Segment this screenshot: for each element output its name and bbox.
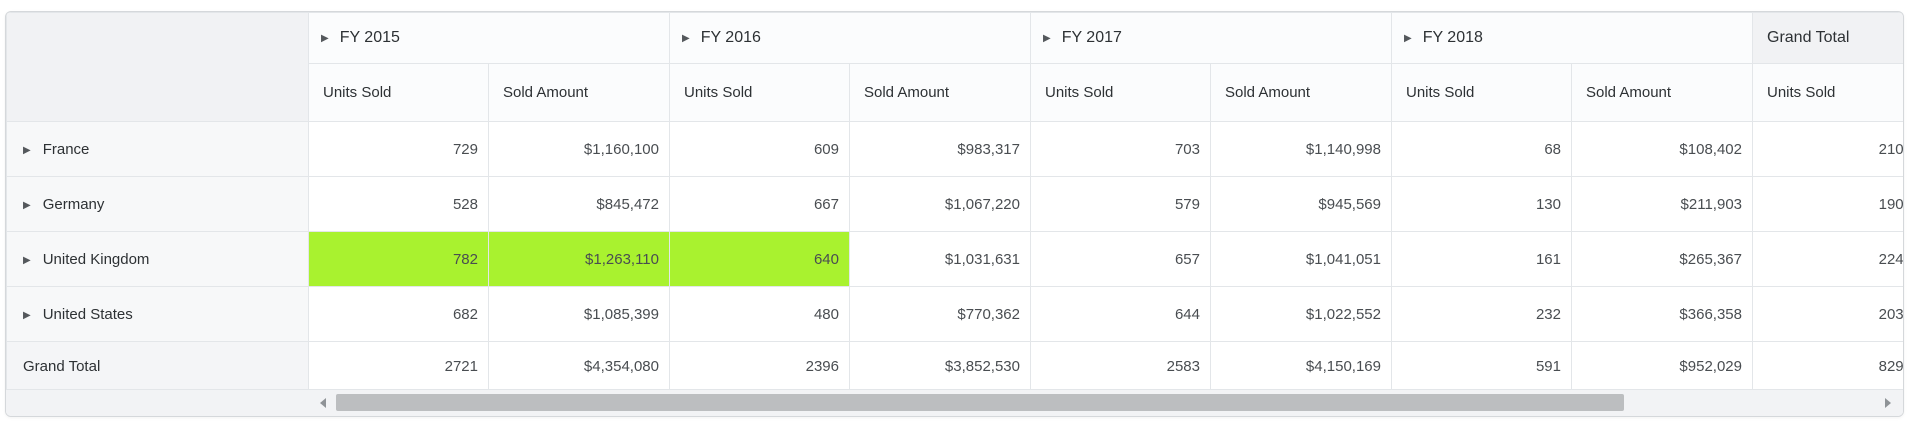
horizontal-scrollbar[interactable] (6, 389, 1903, 416)
data-cell[interactable]: $1,022,552 (1210, 286, 1392, 342)
expand-icon[interactable]: ▶ (1043, 33, 1051, 44)
data-cell[interactable]: 161 (1391, 231, 1572, 287)
data-cell[interactable]: 2583 (1030, 341, 1211, 390)
column-group-label: FY 2018 (1422, 29, 1483, 46)
data-cell[interactable]: 729 (308, 121, 489, 177)
table-row: ▶ Germany 528 $845,472 667 $1,067,220 579 $945,… (6, 176, 1903, 232)
column-group-label: FY 2017 (1061, 29, 1122, 46)
pivot-scroll-area: ▶ FY 2015 ▶ FY 2016 ▶ FY 2017 ▶ FY 2018 Grand To… (6, 12, 1903, 390)
data-cell[interactable]: $952,029 (1571, 341, 1753, 390)
data-cell[interactable]: 609 (669, 121, 850, 177)
data-cell[interactable]: $945,569 (1210, 176, 1392, 232)
column-group-fy-2017[interactable]: ▶ FY 2017 (1030, 12, 1392, 64)
data-cell[interactable]: $1,085,399 (488, 286, 670, 342)
data-cell[interactable]: 1904 (1752, 176, 1903, 232)
column-group-label: FY 2016 (700, 29, 761, 46)
data-cell[interactable]: $265,367 (1571, 231, 1753, 287)
data-cell[interactable]: $1,041,051 (1210, 231, 1392, 287)
data-cell[interactable]: 2396 (669, 341, 850, 390)
scroll-left-icon[interactable] (320, 398, 326, 408)
data-cell[interactable]: $3,852,530 (849, 341, 1031, 390)
column-header-sold-amount-fy-2016[interactable]: Sold Amount (849, 63, 1031, 122)
data-cell[interactable]: 2721 (308, 341, 489, 390)
row-header-france[interactable]: ▶ France (6, 121, 309, 177)
column-header-units-sold-fy-2016[interactable]: Units Sold (669, 63, 850, 122)
column-header-sold-amount-fy-2015[interactable]: Sold Amount (488, 63, 670, 122)
data-cell[interactable]: $211,903 (1571, 176, 1753, 232)
data-cell[interactable]: $983,317 (849, 121, 1031, 177)
row-header-label: United States (42, 305, 133, 323)
pivot-grid: ▶ FY 2015 ▶ FY 2016 ▶ FY 2017 ▶ FY 2018 Grand To… (5, 11, 1904, 417)
column-header-units-sold-grand-total[interactable]: Units Sold (1752, 63, 1903, 122)
row-header-united-kingdom[interactable]: ▶ United Kingdom (6, 231, 309, 287)
data-cell[interactable]: $1,263,110 (488, 231, 670, 287)
data-cell[interactable]: 8291 (1752, 341, 1903, 390)
data-cell[interactable]: 130 (1391, 176, 1572, 232)
data-cell[interactable]: 667 (669, 176, 850, 232)
data-cell[interactable]: 2240 (1752, 231, 1903, 287)
pivot-header: ▶ FY 2015 ▶ FY 2016 ▶ FY 2017 ▶ FY 2018 Grand To… (6, 12, 1903, 122)
column-header-sold-amount-fy-2018[interactable]: Sold Amount (1571, 63, 1753, 122)
data-cell[interactable]: 640 (669, 231, 850, 287)
row-header-united-states[interactable]: ▶ United States (6, 286, 309, 342)
data-cell[interactable]: 782 (308, 231, 489, 287)
table-row: ▶ United States 682 $1,085,399 480 $770,362 64… (6, 286, 1903, 342)
table-row: ▶ United Kingdom 782 $1,263,110 640 $1,031,63… (6, 231, 1903, 287)
pivot-body: ▶ France 729 $1,160,100 609 $983,317 703 $1,140… (6, 121, 1903, 390)
data-cell[interactable]: $1,067,220 (849, 176, 1031, 232)
corner-cell (6, 12, 309, 122)
data-cell[interactable]: 682 (308, 286, 489, 342)
data-cell[interactable]: $108,402 (1571, 121, 1753, 177)
data-cell[interactable]: $1,160,100 (488, 121, 670, 177)
column-header-units-sold-fy-2017[interactable]: Units Sold (1030, 63, 1211, 122)
data-cell[interactable]: $4,150,169 (1210, 341, 1392, 390)
data-cell[interactable]: 644 (1030, 286, 1211, 342)
row-header-label: Germany (42, 195, 105, 213)
column-group-grand-total: Grand Total (1752, 12, 1903, 64)
expand-icon[interactable]: ▶ (23, 200, 31, 211)
expand-icon[interactable]: ▶ (23, 255, 31, 266)
data-cell[interactable]: 657 (1030, 231, 1211, 287)
column-group-fy-2016[interactable]: ▶ FY 2016 (669, 12, 1031, 64)
column-group-fy-2015[interactable]: ▶ FY 2015 (308, 12, 670, 64)
expand-icon[interactable]: ▶ (321, 33, 329, 44)
data-cell[interactable]: 68 (1391, 121, 1572, 177)
grand-total-row: Grand Total 2721 $4,354,080 2396 $3,852,530 2… (6, 341, 1903, 390)
data-cell[interactable]: $845,472 (488, 176, 670, 232)
data-cell[interactable]: $770,362 (849, 286, 1031, 342)
expand-icon[interactable]: ▶ (682, 33, 690, 44)
column-header-sold-amount-fy-2017[interactable]: Sold Amount (1210, 63, 1392, 122)
table-row: ▶ France 729 $1,160,100 609 $983,317 703 $1,140… (6, 121, 1903, 177)
data-cell[interactable]: 2109 (1752, 121, 1903, 177)
data-cell[interactable]: 703 (1030, 121, 1211, 177)
data-cell[interactable]: $1,031,631 (849, 231, 1031, 287)
data-cell[interactable]: $1,140,998 (1210, 121, 1392, 177)
row-header-label: France (42, 140, 90, 158)
data-cell[interactable]: 2038 (1752, 286, 1903, 342)
expand-icon[interactable]: ▶ (23, 310, 31, 321)
expand-icon[interactable]: ▶ (1404, 33, 1412, 44)
pivot-table: ▶ FY 2015 ▶ FY 2016 ▶ FY 2017 ▶ FY 2018 Grand To… (6, 12, 1903, 390)
data-cell[interactable]: 232 (1391, 286, 1572, 342)
data-cell[interactable]: 528 (308, 176, 489, 232)
data-cell[interactable]: 480 (669, 286, 850, 342)
column-group-fy-2018[interactable]: ▶ FY 2018 (1391, 12, 1753, 64)
column-group-label: FY 2015 (339, 29, 400, 46)
column-header-units-sold-fy-2015[interactable]: Units Sold (308, 63, 489, 122)
scroll-right-icon[interactable] (1885, 398, 1891, 408)
data-cell[interactable]: 579 (1030, 176, 1211, 232)
data-cell[interactable]: $4,354,080 (488, 341, 670, 390)
row-header-grand-total: Grand Total (6, 341, 309, 390)
data-cell[interactable]: $366,358 (1571, 286, 1753, 342)
scrollbar-thumb[interactable] (336, 394, 1624, 411)
column-header-units-sold-fy-2018[interactable]: Units Sold (1391, 63, 1572, 122)
row-header-label: United Kingdom (42, 250, 150, 268)
expand-icon[interactable]: ▶ (23, 145, 31, 156)
data-cell[interactable]: 591 (1391, 341, 1572, 390)
row-header-germany[interactable]: ▶ Germany (6, 176, 309, 232)
